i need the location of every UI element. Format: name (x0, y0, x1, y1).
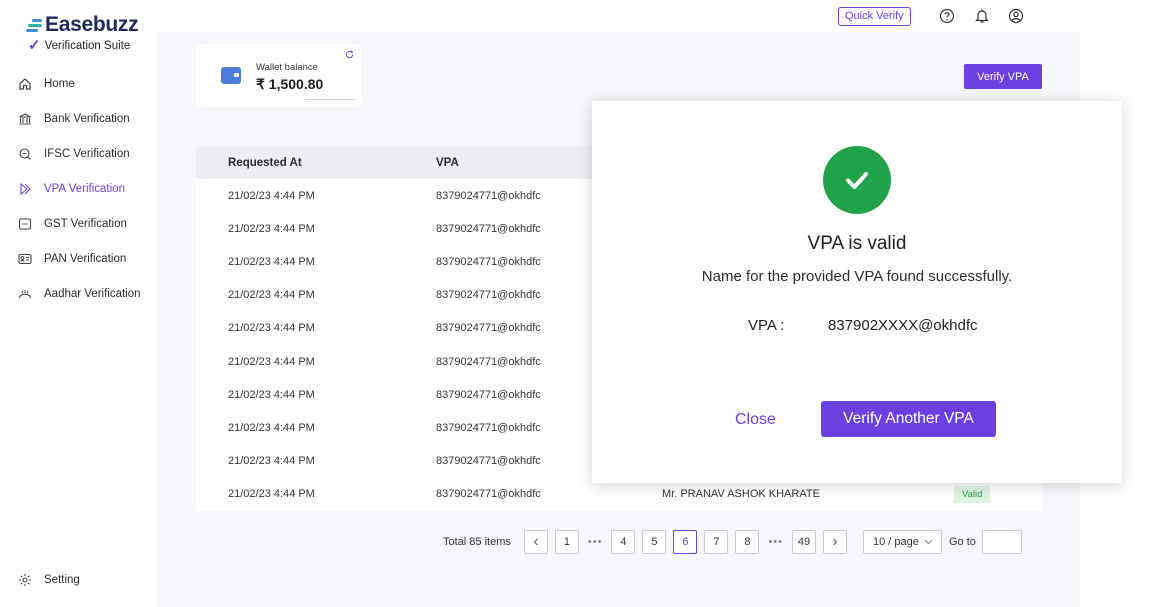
modal-title: VPA is valid (807, 233, 907, 254)
aadhar-icon (18, 287, 32, 301)
cell-vpa: 8379024771@okhdfc (436, 255, 541, 268)
verify-vpa-button[interactable]: Verify VPA (964, 64, 1042, 89)
setting-label: Setting (44, 573, 80, 586)
sidebar-item-aadhar-verification[interactable]: Aadhar Verification (0, 276, 158, 311)
cell-vpa: 8379024771@okhdfc (436, 388, 541, 401)
sidebar-item-label: Bank Verification (44, 112, 130, 125)
sidebar-nav: Home Bank Verification IFSC Verification… (0, 66, 158, 311)
sidebar-item-ifsc-verification[interactable]: IFSC Verification (0, 136, 158, 171)
sidebar: Easebuzz ✓ Verification Suite Home Bank … (0, 0, 158, 607)
decorative-lines (296, 99, 356, 107)
page-button[interactable]: 1 (554, 530, 579, 554)
modal-subtitle: Name for the provided VPA found successf… (701, 268, 1013, 285)
help-icon[interactable] (939, 8, 955, 24)
suite-label: ✓ Verification Suite (28, 38, 130, 53)
cell-vpa: 8379024771@okhdfc (436, 488, 541, 501)
sidebar-item-home[interactable]: Home (0, 66, 158, 101)
column-header-vpa: VPA (436, 156, 459, 169)
gst-icon (18, 217, 32, 231)
cell-vpa: 8379024771@okhdfc (436, 355, 541, 368)
total-items: Total 85 items (443, 536, 511, 548)
sidebar-item-label: Aadhar Verification (44, 287, 141, 300)
sidebar-item-label: PAN Verification (44, 252, 127, 265)
pagination-ellipsis[interactable]: ••• (588, 536, 603, 548)
home-icon (18, 77, 32, 91)
goto-page-input[interactable] (981, 530, 1022, 554)
wallet-icon (221, 67, 241, 84)
sidebar-item-bank-verification[interactable]: Bank Verification (0, 101, 158, 136)
page-button-current[interactable]: 6 (673, 530, 698, 554)
cell-vpa: 8379024771@okhdfc (436, 222, 541, 235)
cell-requested-at: 21/02/23 4:44 PM (228, 289, 315, 302)
sidebar-item-pan-verification[interactable]: PAN Verification (0, 241, 158, 276)
cell-requested-at: 21/02/23 4:44 PM (228, 455, 315, 468)
status-badge: Valid (954, 485, 991, 503)
id-card-icon (18, 252, 32, 266)
page-button[interactable]: 5 (642, 530, 667, 554)
search-doc-icon (18, 147, 32, 161)
refresh-icon[interactable] (345, 50, 354, 62)
vpa-value: 837902XXXX@okhdfc (828, 317, 978, 334)
vpa-label: VPA : (748, 317, 785, 334)
goto-label: Go to (949, 536, 976, 548)
close-button[interactable]: Close (735, 411, 776, 429)
bell-icon[interactable] (974, 8, 990, 24)
cell-requested-at: 21/02/23 4:44 PM (228, 355, 315, 368)
easebuzz-logo[interactable]: Easebuzz (26, 13, 139, 37)
wallet-amount: ₹ 1,500.80 (256, 76, 324, 92)
sidebar-item-gst-verification[interactable]: GST Verification (0, 206, 158, 241)
cell-requested-at: 21/02/23 4:44 PM (228, 222, 315, 235)
sidebar-item-label: GST Verification (44, 217, 127, 230)
column-header-requested-at: Requested At (228, 156, 302, 169)
sidebar-item-setting[interactable]: Setting (0, 562, 80, 597)
top-bar: Quick Verify (158, 0, 1162, 32)
sidebar-item-label: VPA Verification (44, 182, 125, 195)
chevron-down-icon (924, 539, 933, 545)
cell-vpa: 8379024771@okhdfc (436, 189, 541, 202)
wallet-label: Wallet balance (256, 62, 318, 73)
cell-requested-at: 21/02/23 4:44 PM (228, 388, 315, 401)
logo-mark-icon (26, 18, 42, 32)
cell-requested-at: 21/02/23 4:44 PM (228, 189, 315, 202)
cell-vpa: 8379024771@okhdfc (436, 322, 541, 335)
user-icon[interactable] (1008, 8, 1024, 24)
suite-name: Verification Suite (44, 39, 131, 52)
vpa-result-modal: VPA is valid Name for the provided VPA f… (592, 101, 1122, 483)
gear-icon (18, 573, 32, 587)
cell-name: Mr. PRANAV ASHOK KHARATE (662, 488, 820, 501)
sidebar-item-label: Home (44, 77, 75, 90)
cell-vpa: 8379024771@okhdfc (436, 289, 541, 302)
page-button[interactable]: 7 (704, 530, 729, 554)
next-page-button[interactable] (823, 530, 847, 554)
sidebar-item-label: IFSC Verification (44, 147, 130, 160)
sidebar-item-vpa-verification[interactable]: VPA Verification (0, 171, 158, 206)
verify-another-vpa-button[interactable]: Verify Another VPA (821, 401, 996, 437)
vpa-icon (18, 182, 32, 196)
page-button[interactable]: 8 (735, 530, 760, 554)
success-check-icon (823, 146, 891, 214)
bank-icon (18, 112, 32, 126)
cell-vpa: 8379024771@okhdfc (436, 455, 541, 468)
pagination-ellipsis[interactable]: ••• (768, 536, 783, 548)
wallet-balance-card: Wallet balance ₹ 1,500.80 (196, 44, 361, 107)
prev-page-button[interactable] (523, 530, 548, 554)
cell-requested-at: 21/02/23 4:44 PM (228, 488, 315, 501)
cell-requested-at: 21/02/23 4:44 PM (228, 255, 315, 268)
cell-requested-at: 21/02/23 4:44 PM (228, 322, 315, 335)
checkmark-icon: ✓ (28, 37, 41, 54)
page-size-select[interactable]: 10 / page (863, 530, 942, 554)
page-size-value: 10 / page (873, 536, 919, 548)
brand-name: Easebuzz (45, 13, 139, 36)
page-button[interactable]: 4 (611, 530, 636, 554)
pagination: Total 85 items 1 ••• 4 5 6 7 8 ••• 49 10… (443, 530, 1022, 554)
quick-verify-button[interactable]: Quick Verify (838, 7, 911, 26)
cell-vpa: 8379024771@okhdfc (436, 421, 541, 434)
page-button[interactable]: 49 (792, 530, 816, 554)
cell-requested-at: 21/02/23 4:44 PM (228, 421, 315, 434)
